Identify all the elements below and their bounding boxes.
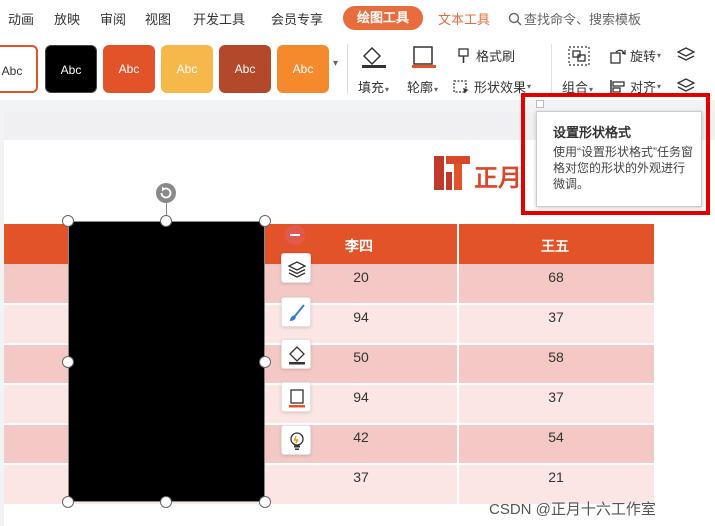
company-logo-icon xyxy=(434,152,470,193)
fill-icon xyxy=(289,346,305,365)
layers-icon xyxy=(287,261,307,278)
lightbulb-icon xyxy=(290,432,304,450)
search-label: 查找命令、搜索模板 xyxy=(524,12,642,27)
shape-style-3[interactable]: Abc xyxy=(103,45,155,93)
brush-icon xyxy=(290,304,305,321)
format-painter-button[interactable]: 格式刷 xyxy=(456,46,515,65)
menu-review[interactable]: 审阅 xyxy=(100,9,126,28)
fill-icon[interactable] xyxy=(360,44,388,68)
table-cell: 20 xyxy=(353,269,369,285)
table-cell: 37 xyxy=(548,389,564,405)
resize-handle-left[interactable] xyxy=(62,356,74,368)
table-cell: 21 xyxy=(548,469,564,485)
resize-handle-right[interactable] xyxy=(259,356,271,368)
selection-frame xyxy=(68,221,265,502)
logo-text: 正月 xyxy=(474,165,522,192)
table-header-cell: 王五 xyxy=(541,238,569,254)
fill-label: 填充 xyxy=(358,80,385,95)
shape-style-2[interactable]: Abc xyxy=(45,45,97,93)
watermark: CSDN @正月十六工作室 xyxy=(489,501,656,518)
menu-slideshow[interactable]: 放映 xyxy=(54,9,80,28)
shape-effects-button[interactable]: 形状效果 ▾ xyxy=(453,77,531,96)
resize-handle-bottom-left[interactable] xyxy=(62,496,74,508)
menu-bar: 动画 放映 审阅 视图 开发工具 会员专享 绘图工具 文本工具 查找命令、搜索模… xyxy=(0,0,715,36)
resize-handle-bottom-right[interactable] xyxy=(259,496,271,508)
fill-button[interactable]: 填充▾ xyxy=(358,77,389,96)
rotate-button[interactable]: 旋转 ▾ xyxy=(609,46,661,65)
table-cell: 94 xyxy=(353,389,369,405)
layer-icon[interactable] xyxy=(676,46,696,62)
table-cell: 94 xyxy=(353,309,369,325)
outline-icon[interactable] xyxy=(410,44,438,68)
outline-label: 轮廓 xyxy=(407,80,434,95)
format-painter-icon xyxy=(458,47,469,63)
float-fill-button[interactable] xyxy=(281,339,311,369)
table-cell: 54 xyxy=(548,429,564,445)
float-style-button[interactable] xyxy=(281,297,311,327)
menu-developer[interactable]: 开发工具 xyxy=(193,9,245,28)
group-icon[interactable] xyxy=(566,44,592,68)
shape-style-1[interactable]: Abc xyxy=(0,45,38,93)
shape-style-6[interactable]: Abc xyxy=(277,45,329,93)
resize-handle-top-right[interactable] xyxy=(259,215,271,227)
menu-animation[interactable]: 动画 xyxy=(8,9,34,28)
shape-style-5[interactable]: Abc xyxy=(219,45,271,93)
highlight-frame xyxy=(521,93,710,215)
table-col-divider xyxy=(457,264,459,504)
table-cell: 50 xyxy=(353,349,369,365)
resize-handle-top-left[interactable] xyxy=(62,215,74,227)
ribbon-divider xyxy=(347,44,348,94)
table-col-divider xyxy=(457,224,459,264)
shape-style-4[interactable]: Abc xyxy=(161,45,213,93)
table-cell: 58 xyxy=(548,349,564,365)
search-icon xyxy=(508,12,522,26)
resize-handle-top[interactable] xyxy=(160,215,172,227)
table-cell: 42 xyxy=(353,429,369,445)
tab-drawing-tools[interactable]: 绘图工具 xyxy=(343,6,423,30)
rotate-label: 旋转 xyxy=(630,49,657,64)
menu-view[interactable]: 视图 xyxy=(145,9,171,28)
float-smart-button[interactable] xyxy=(281,425,311,455)
ribbon: Abc Abc Abc Abc Abc Abc ▾ 填充▾ 轮廓▾ 格式刷 形状… xyxy=(0,36,715,100)
table-cell: 37 xyxy=(548,309,564,325)
outline-icon xyxy=(289,389,305,408)
format-painter-label: 格式刷 xyxy=(476,49,516,64)
collapse-toolbar-button[interactable] xyxy=(285,225,305,245)
command-search[interactable]: 查找命令、搜索模板 xyxy=(508,9,641,28)
table-cell: 68 xyxy=(548,269,564,285)
resize-handle-bottom[interactable] xyxy=(160,496,172,508)
ribbon-divider xyxy=(551,44,552,94)
menu-member[interactable]: 会员专享 xyxy=(271,9,323,28)
tab-text-tools[interactable]: 文本工具 xyxy=(438,9,490,28)
float-layer-button[interactable] xyxy=(281,253,311,283)
rotate-icon xyxy=(610,49,626,64)
shape-effects-label: 形状效果 xyxy=(474,80,527,95)
more-styles-icon[interactable]: ▾ xyxy=(333,58,338,69)
rotate-handle-icon[interactable] xyxy=(155,182,177,204)
table-cell: 37 xyxy=(353,469,369,485)
outline-button[interactable]: 轮廓▾ xyxy=(407,77,438,96)
layer-icon[interactable] xyxy=(676,77,696,93)
float-outline-button[interactable] xyxy=(281,382,311,412)
shape-effects-icon xyxy=(453,79,469,94)
table-header-cell: 李四 xyxy=(345,238,373,254)
